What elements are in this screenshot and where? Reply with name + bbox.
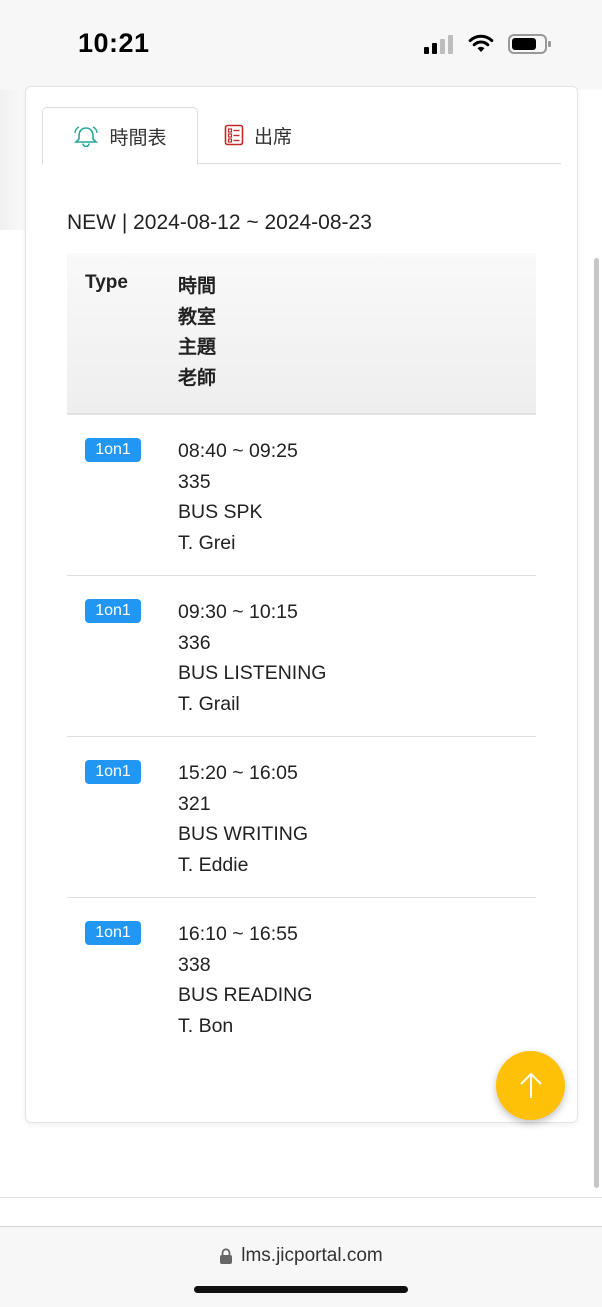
tab-timetable[interactable]: 時間表	[42, 107, 198, 165]
type-badge: 1on1	[85, 599, 141, 623]
class-teacher: T. Eddie	[178, 853, 249, 876]
table-row: 1on1 08:40 ~ 09:25 335 BUS SPK T. Grei	[67, 415, 536, 576]
table-row: 1on1 09:30 ~ 10:15 336 BUS LISTENING T. …	[67, 576, 536, 737]
scrollbar[interactable]	[594, 258, 599, 1188]
class-details: 08:40 ~ 09:25 335 BUS SPK T. Grei	[178, 436, 298, 558]
tab-timetable-label: 時間表	[109, 127, 167, 149]
class-subject: BUS WRITING	[178, 823, 308, 845]
header-time: 時間	[178, 276, 217, 297]
class-room: 336	[178, 631, 211, 654]
bell-icon	[74, 126, 99, 147]
browser-bottom-bar: lms.jicportal.com	[0, 1226, 602, 1307]
class-details: 09:30 ~ 10:15 336 BUS LISTENING T. Grail	[178, 597, 326, 719]
type-badge: 1on1	[85, 921, 141, 945]
tab-attendance-label: 出席	[254, 126, 293, 148]
cellular-signal-icon	[424, 35, 453, 54]
tab-bar: 時間表 出席	[42, 107, 561, 165]
header-teacher: 老師	[178, 367, 217, 389]
class-teacher: T. Grail	[178, 692, 240, 715]
lock-icon	[220, 1247, 233, 1264]
class-time: 09:30 ~ 10:15	[178, 601, 298, 623]
schedule-card: 時間表 出席 NEW | 2024-08-12 ~ 2024-08-23 Typ…	[25, 86, 578, 1123]
battery-icon	[508, 34, 551, 54]
class-subject: BUS SPK	[178, 501, 263, 523]
class-room: 321	[178, 792, 211, 815]
status-bar: 10:21	[0, 0, 602, 90]
address-bar[interactable]: lms.jicportal.com	[0, 1245, 602, 1267]
header-details: 時間 教室 主題 老師	[178, 272, 216, 394]
schedule-period-title: NEW | 2024-08-12 ~ 2024-08-23	[67, 211, 372, 234]
class-room: 338	[178, 953, 211, 976]
class-time: 08:40 ~ 09:25	[178, 440, 298, 462]
header-type: Type	[85, 272, 128, 293]
header-subject: 主題	[178, 337, 217, 358]
class-time: 16:10 ~ 16:55	[178, 923, 298, 945]
status-time: 10:21	[78, 28, 150, 58]
home-indicator[interactable]	[194, 1286, 408, 1293]
table-row: 1on1 16:10 ~ 16:55 338 BUS READING T. Bo…	[67, 898, 536, 1058]
type-badge: 1on1	[85, 760, 141, 784]
side-panel-edge	[0, 90, 26, 230]
arrow-up-icon	[519, 1072, 542, 1098]
wifi-icon	[468, 34, 494, 52]
table-header: Type 時間 教室 主題 老師	[67, 253, 536, 415]
class-subject: BUS LISTENING	[178, 662, 327, 684]
page-content: 時間表 出席 NEW | 2024-08-12 ~ 2024-08-23 Typ…	[0, 86, 602, 1198]
scroll-to-top-button[interactable]	[496, 1051, 565, 1120]
class-details: 15:20 ~ 16:05 321 BUS WRITING T. Eddie	[178, 758, 308, 880]
tab-attendance[interactable]: 出席	[224, 107, 292, 163]
page-divider	[0, 1197, 602, 1198]
schedule-table: Type 時間 教室 主題 老師 1on1 08:40 ~ 09:25 335 …	[67, 253, 536, 1058]
header-room: 教室	[178, 306, 217, 328]
checklist-icon	[224, 124, 244, 146]
class-time: 15:20 ~ 16:05	[178, 762, 298, 784]
class-teacher: T. Bon	[178, 1014, 234, 1037]
table-row: 1on1 15:20 ~ 16:05 321 BUS WRITING T. Ed…	[67, 737, 536, 898]
type-badge: 1on1	[85, 438, 141, 462]
class-subject: BUS READING	[178, 984, 313, 1006]
class-room: 335	[178, 470, 211, 493]
class-teacher: T. Grei	[178, 531, 236, 554]
status-icons	[424, 33, 552, 55]
url-text: lms.jicportal.com	[241, 1245, 383, 1266]
class-details: 16:10 ~ 16:55 338 BUS READING T. Bon	[178, 919, 312, 1041]
